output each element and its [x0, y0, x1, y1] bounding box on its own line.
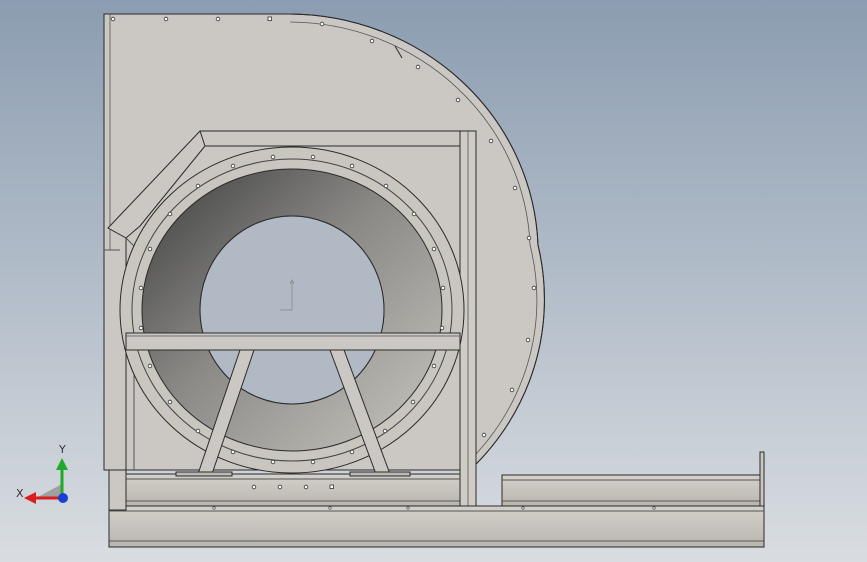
triad-y-label: Y	[59, 443, 66, 456]
cad-viewport[interactable]: X Y	[0, 0, 867, 562]
model-canvas[interactable]	[0, 0, 867, 562]
triad-x-label: X	[16, 487, 24, 500]
triad-z-axis	[58, 493, 68, 503]
